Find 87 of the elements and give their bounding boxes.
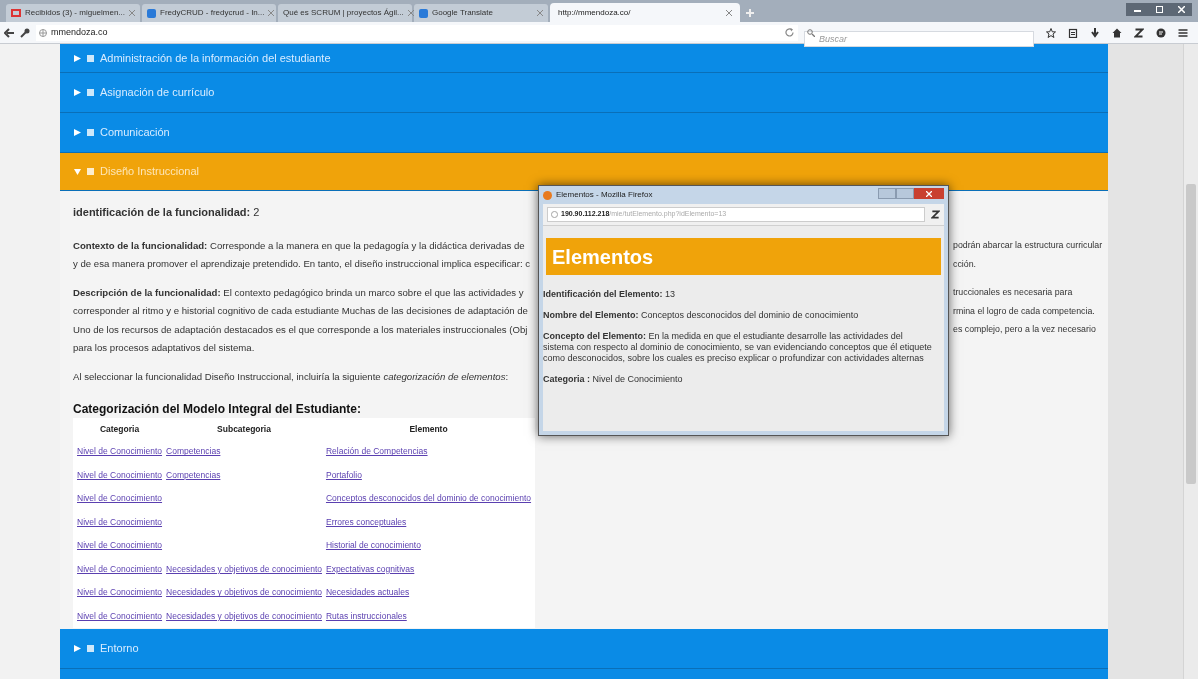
search-icon <box>807 28 815 37</box>
globe-icon <box>551 211 558 218</box>
close-icon <box>926 190 932 197</box>
caret-right-icon <box>74 129 81 136</box>
home-icon[interactable] <box>1112 27 1122 38</box>
browser-tab[interactable]: http://mmendoza.co/ <box>550 3 740 22</box>
close-icon <box>1177 6 1185 13</box>
reload-icon[interactable] <box>785 28 795 37</box>
paragraph-line: rmina el logro de cada competencia. <box>953 304 1095 318</box>
window-title: Elementos - Mozilla Firefox <box>556 189 653 201</box>
paragraph-line: cción. <box>953 257 976 271</box>
table-link[interactable]: Nivel de Conocimiento <box>77 563 163 574</box>
search-field[interactable]: Buscar <box>804 30 1034 47</box>
table-link[interactable]: Expectativas cognitivas <box>325 563 415 574</box>
table-link[interactable]: Nivel de Conocimiento <box>77 446 163 457</box>
key-icon <box>20 27 30 38</box>
table-link[interactable]: Necesidades y objetivos de conocimiento <box>166 610 322 621</box>
caret-right-icon <box>74 54 81 62</box>
element-field: Nombre del Elemento: Conceptos desconocidos del dominio de conocimiento <box>543 310 936 321</box>
paragraph-line: es complejo, pero a la vez necesario <box>953 323 1096 337</box>
table-link[interactable]: Rutas instruccionales <box>325 610 407 621</box>
browser-tab[interactable]: Recibidos (3) - miguelmen... <box>6 4 140 22</box>
element-field: Categoria : Nivel de Conocimiento <box>543 374 936 385</box>
site-icon <box>147 8 156 18</box>
maximize-icon <box>1155 6 1163 13</box>
paragraph-line: y de esa manera promover el aprendizaje pretendido. En tanto, el diseño instruccional implica especificar: c <box>73 257 530 272</box>
chat-icon[interactable] <box>1156 27 1166 38</box>
back-icon[interactable] <box>4 27 14 38</box>
menu-icon[interactable] <box>1178 27 1188 38</box>
caret-right-icon <box>74 645 81 652</box>
paragraph-line: truccionales es necesaria para <box>953 286 1073 300</box>
mail-icon <box>11 9 21 17</box>
caret-down-icon <box>74 168 81 175</box>
table-link[interactable]: Nivel de Conocimiento <box>77 469 163 480</box>
element-field: Concepto del Elemento: En la medida en que el estudiante desarrolle las actividades del sistema con respecto al dominio de conocimiento, se van evidenciando conceptos que él etiquete como desconocidos, sobre los cuales es preciso explicar o profundizar con actividades alternas <box>543 331 936 364</box>
browser-tab[interactable]: Qué es SCRUM | proyectos Ágil... <box>278 4 412 22</box>
z-icon[interactable] <box>1134 27 1144 38</box>
download-icon[interactable] <box>1090 27 1100 38</box>
close-icon[interactable] <box>726 9 732 16</box>
z-icon[interactable] <box>931 210 940 219</box>
paragraph-line: para los procesos adaptativos del sistema. <box>73 341 255 356</box>
table-link[interactable]: Relación de Competencias <box>325 446 428 457</box>
close-button[interactable] <box>914 188 944 199</box>
paragraph-line: Al seleccionar la funcionalidad Diseño Instruccional, incluiría la siguiente categorización de elementos: <box>73 369 509 384</box>
table-title: Categorización del Modelo Integral del Estudiante: <box>73 401 362 418</box>
element-field: Identificación del Elemento: 13 <box>543 289 936 300</box>
scrollbar-thumb[interactable] <box>1186 184 1196 484</box>
table-link[interactable]: Nivel de Conocimiento <box>77 587 163 598</box>
address-bar[interactable]: mmendoza.co <box>36 24 798 41</box>
column-header: Categoria <box>98 422 141 436</box>
browser-tab[interactable]: FredyCRUD - fredycrud - In... <box>142 4 276 22</box>
table-link[interactable]: Nivel de Conocimiento <box>77 610 163 621</box>
browser-tab[interactable]: Google Translate <box>414 4 548 22</box>
clipboard-icon[interactable] <box>1068 27 1078 38</box>
firefox-icon <box>543 190 552 200</box>
identification-text: identificación de la funcionalidad: 2 <box>73 205 260 220</box>
square-icon <box>87 54 94 62</box>
minimize-button[interactable] <box>1126 3 1148 16</box>
column-header: Subcategoria <box>216 422 272 436</box>
paragraph-line: Contexto de la funcionalidad: Corresponde a la manera en que la pedagogía y la didáctica derivadas de <box>73 238 525 253</box>
square-icon <box>87 89 94 96</box>
paragraph-line: corresponder al ritmo y e historial cognitivo de cada estudiante Muchas de las decisiones de adaptación de <box>73 304 528 319</box>
table-link[interactable]: Portafolio <box>325 469 362 480</box>
caret-right-icon <box>74 89 81 96</box>
star-icon[interactable] <box>1046 27 1056 38</box>
square-icon <box>87 168 94 175</box>
column-header: Elemento <box>408 422 449 436</box>
table-link[interactable]: Historial de conocimiento <box>325 540 421 551</box>
table-link[interactable]: Conceptos desconocidos del dominio de conocimiento <box>325 493 532 504</box>
table-link[interactable]: Nivel de Conocimiento <box>77 516 163 527</box>
table-link[interactable]: Errores conceptuales <box>325 516 407 527</box>
paragraph-line: podrán abarcar la estructura curricular <box>953 239 1103 253</box>
table-link[interactable]: Necesidades actuales <box>325 587 410 598</box>
table-link[interactable]: Competencias <box>166 446 221 457</box>
square-icon <box>87 129 94 136</box>
paragraph-line: Uno de los recursos de adaptación destacados es el que corresponde a los materiales instruccionales (Obj <box>73 322 528 337</box>
square-icon <box>87 645 94 652</box>
popup-heading: Elementos <box>552 244 654 270</box>
table-link[interactable]: Necesidades y objetivos de conocimiento <box>166 587 322 598</box>
paragraph-line: Descripción de la funcionalidad: El contexto pedagógico brinda un marco sobre el que las actividades y <box>73 285 524 300</box>
table-link[interactable]: Nivel de Conocimiento <box>77 493 163 504</box>
close-button[interactable] <box>1170 3 1192 16</box>
table-link[interactable]: Competencias <box>166 469 221 480</box>
table-link[interactable]: Necesidades y objetivos de conocimiento <box>166 563 322 574</box>
table-link[interactable]: Nivel de Conocimiento <box>77 540 163 551</box>
site-icon <box>419 8 428 18</box>
globe-icon <box>39 28 47 37</box>
